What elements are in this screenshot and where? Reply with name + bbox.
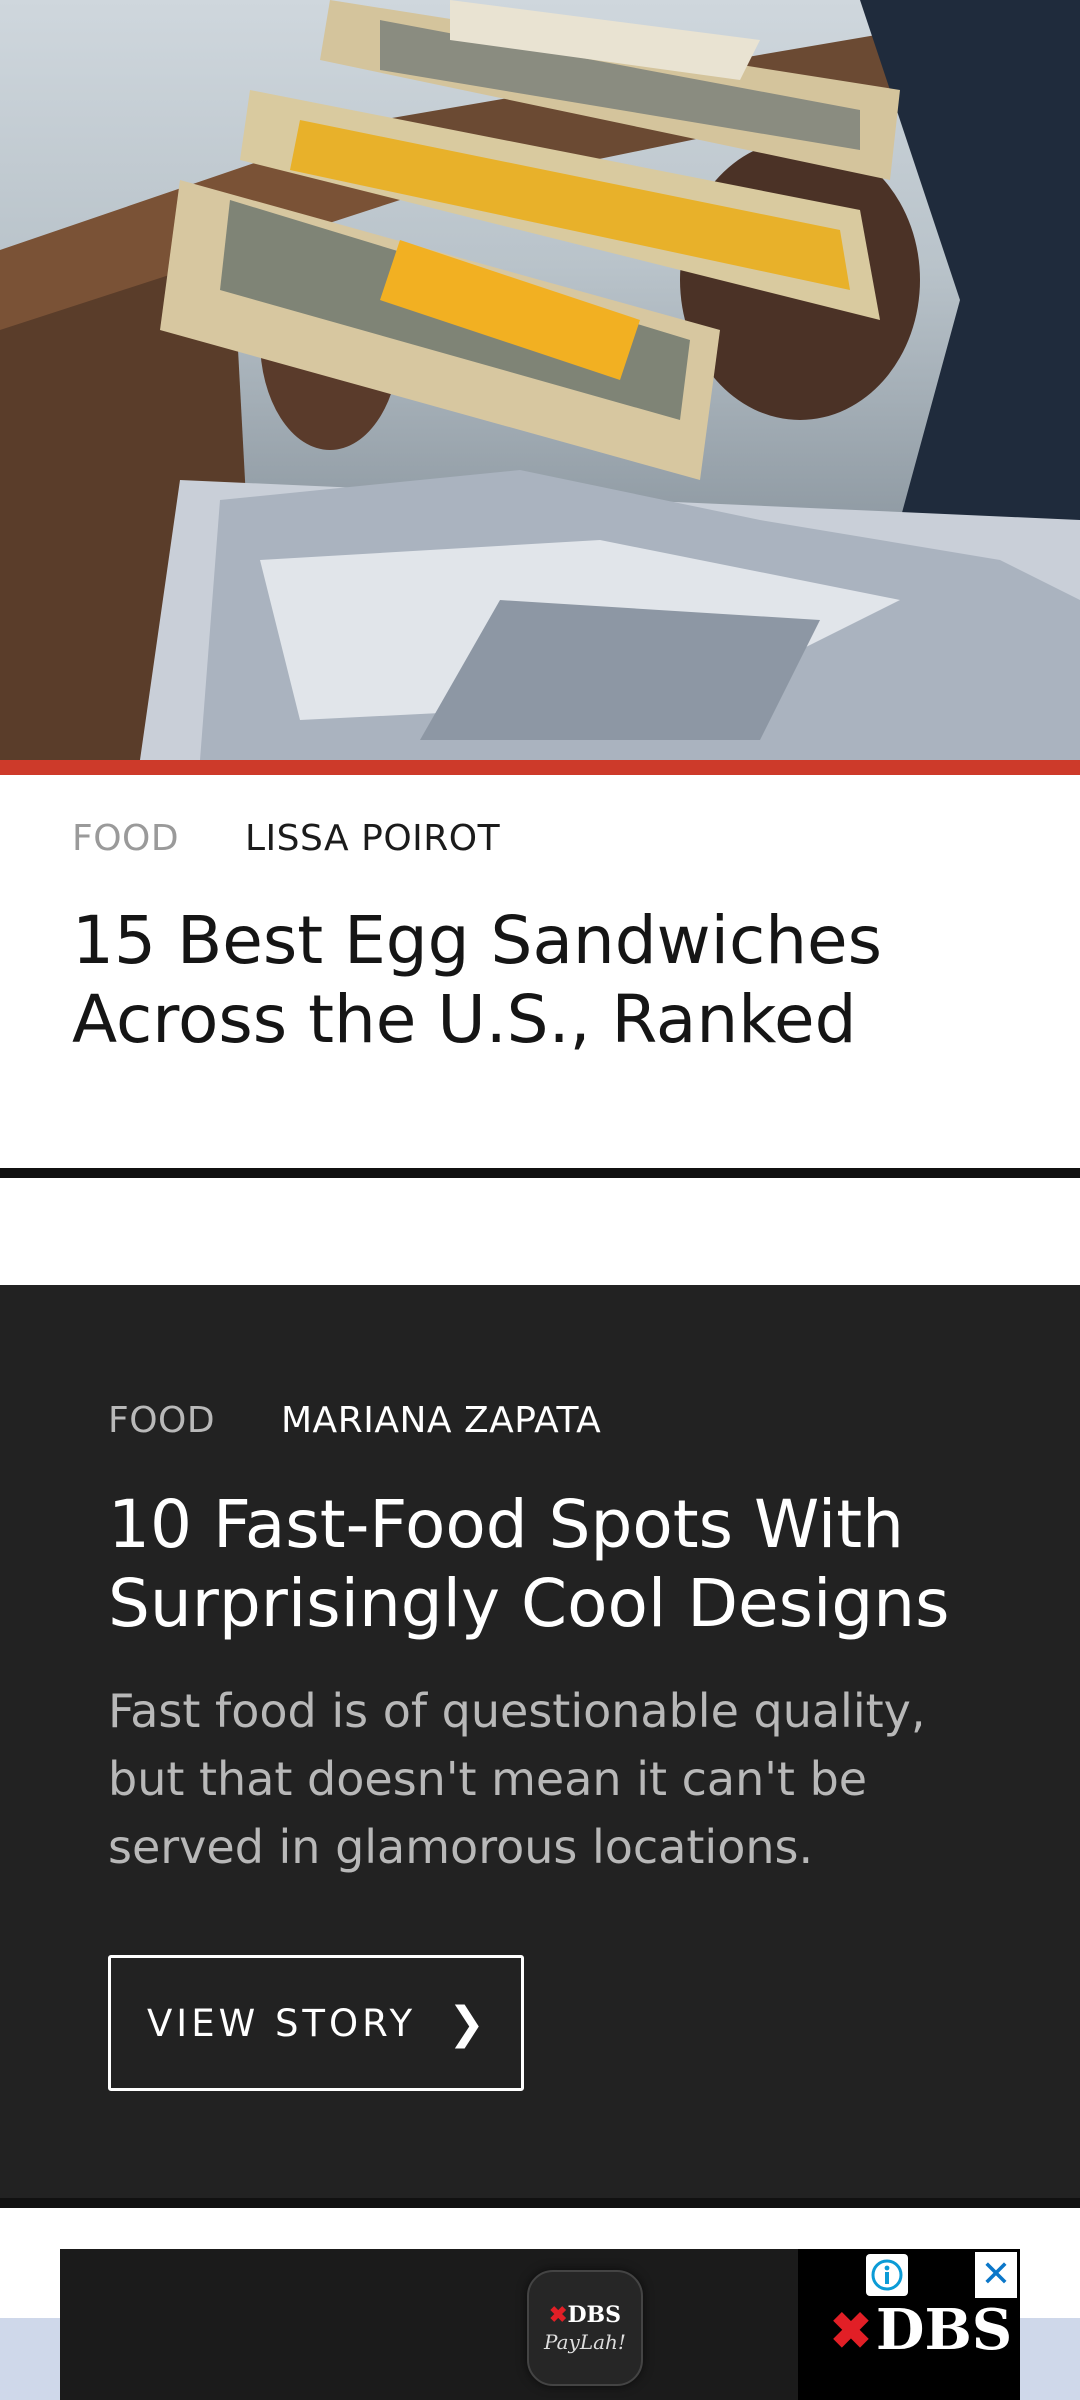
egg-sandwich-photo <box>0 0 1080 760</box>
dbs-logo: ✖ DBS <box>830 2297 1012 2363</box>
article-author[interactable]: MARIANA ZAPATA <box>281 1400 601 1441</box>
article-category[interactable]: FOOD <box>72 818 179 859</box>
article-title[interactable]: 10 Fast-Food Spots With Surprisingly Coo… <box>108 1485 1008 1643</box>
section-divider <box>0 2198 1080 2208</box>
view-story-label: VIEW STORY <box>147 2001 417 2045</box>
article-category[interactable]: FOOD <box>108 1400 215 1441</box>
article-description: Fast food is of questionable quality, bu… <box>108 1684 926 1874</box>
view-story-button[interactable]: VIEW STORY ❯ <box>108 1955 524 2091</box>
app-tagline: PayLah! <box>544 2330 626 2354</box>
article-card-2: FOOD MARIANA ZAPATA 10 Fast-Food Spots W… <box>0 1285 1080 2205</box>
paylah-app-icon: ✖DBS PayLah! <box>527 2270 643 2386</box>
chevron-right-icon: ❯ <box>448 1997 485 2049</box>
article-feed: FOOD LISSA POIROT 15 Best Egg Sandwiches… <box>0 0 1080 2400</box>
article-title[interactable]: 15 Best Egg Sandwiches Across the U.S., … <box>72 901 1022 1059</box>
article-author[interactable]: LISSA POIROT <box>245 818 500 859</box>
dbs-logo-text: DBS <box>875 2297 1013 2363</box>
close-icon: ✕ <box>980 2254 1012 2295</box>
accent-bar <box>0 760 1080 775</box>
hero-image[interactable] <box>0 0 1080 760</box>
info-circle-icon <box>871 2259 903 2291</box>
adchoices-info-icon[interactable] <box>866 2254 908 2296</box>
ad-close-button[interactable]: ✕ <box>975 2252 1017 2298</box>
article-card-1[interactable]: FOOD LISSA POIROT 15 Best Egg Sandwiches… <box>0 775 1080 1170</box>
section-divider <box>0 1168 1080 1178</box>
dbs-mark-icon: ✖ <box>830 2300 872 2360</box>
app-brand-text: DBS <box>567 2302 621 2328</box>
